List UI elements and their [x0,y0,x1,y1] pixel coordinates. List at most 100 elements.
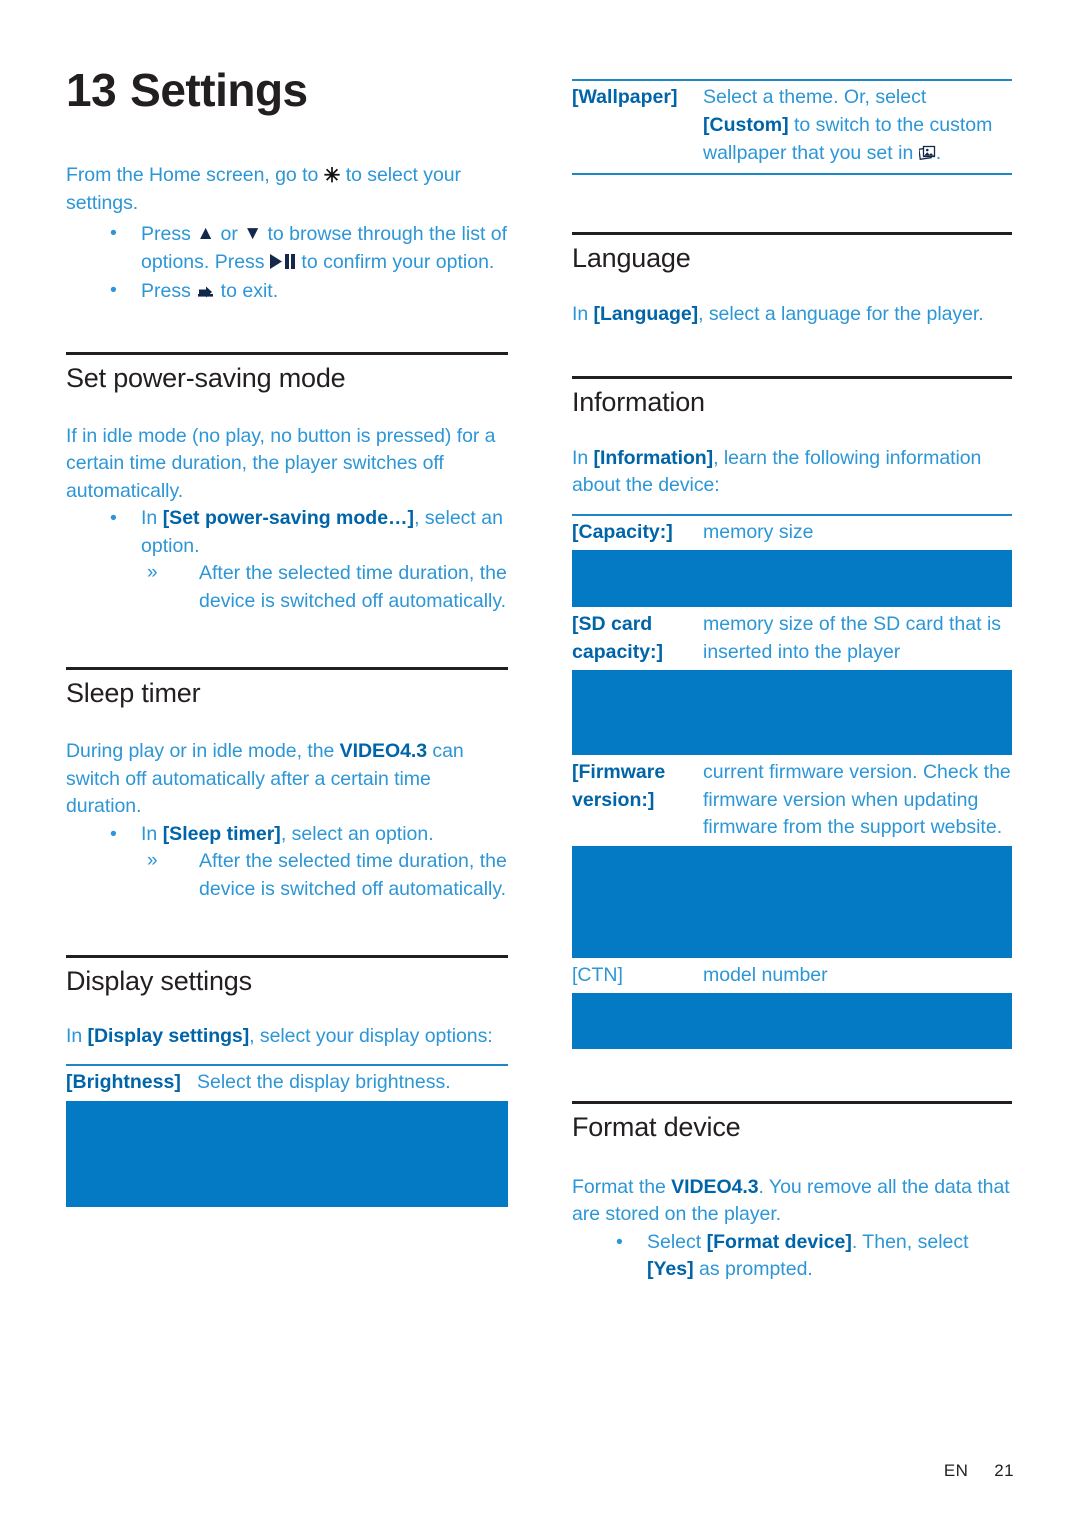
section-divider [572,1101,1012,1104]
intro-paragraph: From the Home screen, go to ✳ to select … [66,162,508,218]
section-paragraph: During play or in idle mode, the VIDEO4.… [66,738,508,821]
list-item-text: After the selected time duration, the de… [199,850,507,900]
list-item: • In [Sleep timer], select an option. » … [66,821,508,904]
text-run: , select your display options: [249,1024,493,1047]
list-item-text: In [Sleep timer], select an option. [141,823,434,845]
menu-term: [Display settings] [87,1024,250,1047]
arrow-up-icon: ▲ [196,222,216,244]
table-row: [Brightness] Select the display brightne… [66,1066,508,1097]
section-divider [572,231,1012,235]
section-heading: Sleep timer [66,678,201,709]
section-format-device: Format device Format the VIDEO4.3. You r… [572,1101,1012,1284]
manual-page: 13 Settings From the Home screen, go to ✳… [0,0,1080,1527]
footer-language-code: EN [943,1461,969,1480]
sleep-timer-sub-list: » After the selected time duration, the … [141,848,508,903]
section-language: Language In [Language], select a languag… [572,231,1012,329]
format-device-bullet-list: • Select [Format device]. Then, select [… [572,1229,1012,1284]
table-row: [Capacity:] memory size [572,516,1012,547]
section-information: Information In [Information], learn the … [572,375,1012,1049]
text-run: Select a theme. Or, select [703,86,927,108]
bullet-marker: • [110,507,117,530]
menu-term: [Custom] [703,113,789,136]
table-cell-value: model number [703,963,828,986]
section-power-saving: Set power-saving mode If in idle mode (n… [66,352,508,615]
table-cell-key: [Capacity:] [572,520,673,543]
wallpaper-table: [Wallpaper] Select a theme. Or, select [… [572,79,1012,175]
section-paragraph: If in idle mode (no play, no button is p… [66,424,496,502]
power-saving-bullet-list: • In [Set power-saving mode…], select an… [66,505,508,615]
bullet-marker: • [616,1230,623,1253]
list-item-text: Select [Format device]. Then, select [Ye… [647,1231,969,1281]
menu-term: [Set power-saving mode…] [162,507,415,530]
menu-term: [Information] [593,446,714,469]
play-pause-icon [269,248,296,276]
list-item: » After the selected time duration, the … [141,560,508,615]
table-cell-key: [Brightness] [66,1071,181,1094]
list-item: » After the selected time duration, the … [141,848,508,903]
text-run: to exit. [215,279,279,302]
page-title: 13 Settings [66,64,508,116]
intro-lead-before: From the Home screen, go to [66,163,324,186]
page-footer: EN 21 [944,1461,1014,1481]
section-heading: Set power-saving mode [66,363,346,394]
text-run: as prompted. [693,1258,813,1281]
section-divider [66,667,508,671]
text-run: In [572,303,594,326]
information-table: [Capacity:] memory size [SD card capacit… [572,513,1012,1049]
section-paragraph: In [Information], learn the following in… [572,445,1012,500]
chapter-title-text: Settings [130,64,308,116]
text-run: to confirm your option. [295,251,495,274]
text-run: In [141,822,163,845]
table-fill-block [572,670,1012,755]
bullet-marker: • [110,822,117,845]
section-heading: Format device [572,1112,741,1142]
back-arrow-icon [196,277,215,305]
list-item-text: After the selected time duration, the de… [199,562,507,612]
menu-term: [Format device] [706,1230,852,1253]
table-cell-value: memory size of the SD card that is inser… [703,613,1002,663]
section-display-settings: Display settings In [Display settings], … [66,955,508,1207]
bullet-marker: • [110,221,117,244]
table-row: [SD card capacity:] memory size of the S… [572,607,1012,666]
text-run: In [572,446,594,469]
text-run: , select an option. [280,822,434,845]
section-heading: Display settings [66,966,252,997]
text-run: . Then, select [851,1230,969,1253]
product-name: VIDEO4.3 [671,1175,759,1198]
product-name: VIDEO4.3 [339,740,428,763]
list-item: • In [Set power-saving mode…], select an… [66,505,508,615]
section-sleep-timer: Sleep timer During play or in idle mode,… [66,667,508,903]
section-divider [66,352,508,356]
text-run: Press [141,279,197,302]
table-fill-block [572,550,1012,607]
list-item-text: Press ▲ or ▼ to browse through the list … [141,223,507,274]
arrow-down-icon: ▼ [243,222,263,244]
intro-bullet-list: • Press ▲ or ▼ to browse through the lis… [66,220,508,306]
list-item: • Press to exit. [66,277,508,306]
table-row: [Wallpaper] Select a theme. Or, select [… [572,81,1012,168]
text-run: or [215,222,244,245]
power-saving-sub-list: » After the selected time duration, the … [141,560,508,615]
sleep-timer-bullet-list: • In [Sleep timer], select an option. » … [66,821,508,904]
text-run: . [935,142,942,164]
table-cell-key: [Wallpaper] [572,86,678,108]
table-fill-block [572,993,1012,1049]
menu-term: [Sleep timer] [162,822,281,845]
menu-term: [Language] [593,303,699,326]
table-cell-value: current firmware version. Check the firm… [703,761,1011,838]
gear-icon: ✳ [323,164,341,187]
sub-bullet-marker: » [147,850,158,872]
text-run: During play or in idle mode, the [66,740,340,763]
text-run: Select [647,1230,707,1253]
table-fill-block [572,845,1012,958]
section-divider [572,375,1012,379]
section-heading: Language [572,242,691,273]
text-run: Press [141,222,197,245]
footer-page-number: 21 [994,1461,1014,1480]
chapter-number: 13 [66,64,117,116]
section-heading: Information [572,386,705,417]
list-item: • Press ▲ or ▼ to browse through the lis… [66,220,508,277]
section-paragraph: Format the VIDEO4.3. You remove all the … [572,1174,1012,1229]
table-row: [Firmware version:] current firmware ver… [572,755,1012,842]
section-paragraph: In [Display settings], select your displ… [66,1023,508,1051]
